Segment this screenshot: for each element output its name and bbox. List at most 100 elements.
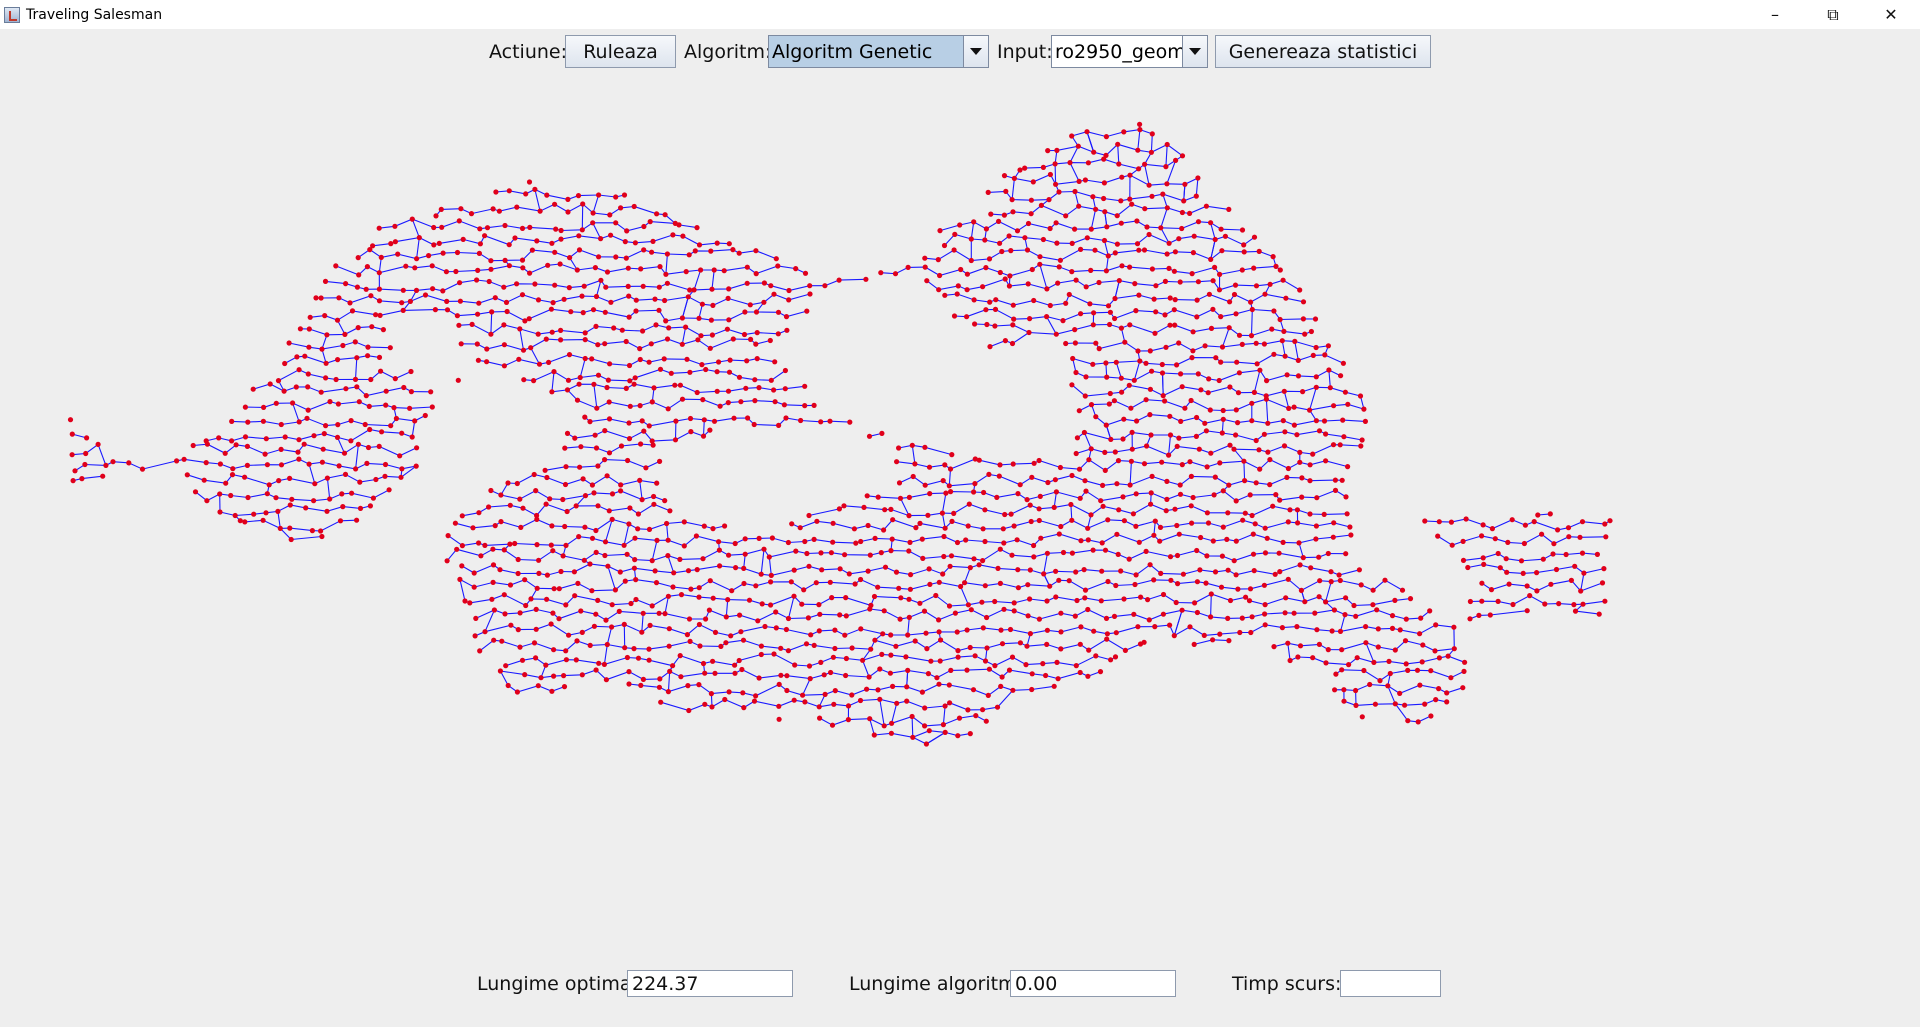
city-point (1157, 524, 1164, 530)
city-point (619, 327, 625, 333)
tour-edge (941, 493, 947, 514)
city-point (699, 301, 706, 307)
algorithm-select-value: Algoritm Genetic (769, 36, 963, 67)
city-point (577, 374, 583, 381)
city-point (1177, 491, 1184, 497)
minimize-icon[interactable]: – (1746, 0, 1804, 29)
city-point (1118, 325, 1124, 331)
city-point (663, 318, 669, 324)
city-point (1168, 577, 1174, 583)
city-point (699, 362, 705, 368)
city-point (1162, 398, 1168, 404)
generate-stats-button[interactable]: Genereaza statistici (1215, 35, 1431, 68)
city-point (547, 496, 553, 502)
city-point (336, 463, 342, 469)
city-point (484, 225, 491, 231)
city-point (604, 641, 610, 648)
city-point (552, 282, 558, 288)
city-point (819, 567, 825, 573)
city-point (641, 428, 647, 434)
city-point (278, 446, 284, 452)
city-point (649, 399, 655, 405)
city-point (522, 577, 528, 583)
city-point (590, 307, 597, 313)
city-point (1025, 582, 1031, 588)
city-point (482, 233, 488, 239)
city-point (1179, 384, 1185, 390)
city-point (1006, 667, 1013, 673)
optimal-length-field[interactable] (627, 970, 793, 997)
city-point (817, 715, 823, 721)
city-point (882, 507, 888, 513)
city-point (1227, 597, 1234, 604)
city-point (1133, 308, 1139, 314)
tour-edge (802, 678, 811, 696)
city-point (626, 521, 632, 527)
city-point (992, 598, 998, 605)
city-point (1204, 510, 1210, 516)
city-point (1599, 580, 1606, 586)
city-point (1307, 462, 1313, 468)
elapsed-time-field[interactable] (1340, 970, 1441, 997)
city-point (1331, 403, 1337, 409)
tour-edge (725, 599, 729, 617)
city-point (603, 617, 609, 623)
city-point (696, 242, 703, 248)
elapsed-time-label: Timp scurs: (1232, 973, 1342, 995)
city-point (1040, 164, 1046, 170)
close-icon[interactable]: ✕ (1862, 0, 1920, 29)
city-point (999, 248, 1005, 255)
tour-edge (896, 458, 1348, 472)
city-point (519, 257, 526, 263)
city-point (416, 235, 422, 241)
city-point (936, 287, 942, 293)
city-point (946, 603, 953, 609)
city-point (499, 638, 505, 644)
city-point (971, 297, 977, 303)
chevron-down-icon[interactable] (1182, 36, 1207, 67)
city-point (828, 550, 835, 556)
city-point (965, 602, 972, 608)
city-point (1265, 420, 1271, 426)
city-point (1243, 594, 1249, 600)
city-point (1090, 194, 1096, 200)
city-point (622, 645, 628, 651)
city-point (865, 568, 871, 574)
city-point (492, 295, 498, 301)
city-point (1203, 580, 1209, 586)
city-point (1120, 436, 1126, 442)
input-select[interactable]: ro2950_geom (1051, 35, 1208, 68)
city-point (1001, 173, 1008, 179)
city-point (1112, 449, 1118, 455)
city-point (1231, 446, 1237, 452)
city-point (1310, 352, 1316, 358)
city-point (504, 308, 510, 315)
algorithm-length-field[interactable] (1010, 970, 1176, 997)
city-point (841, 503, 847, 509)
city-point (1594, 551, 1600, 557)
city-point (1121, 596, 1127, 602)
city-point (616, 608, 622, 615)
restore-icon[interactable]: ⧉ (1804, 0, 1862, 29)
city-point (369, 324, 375, 330)
city-point (853, 540, 859, 546)
city-point (657, 264, 663, 270)
city-point (596, 192, 602, 198)
city-point (1129, 201, 1135, 207)
city-point (408, 389, 414, 395)
city-point (1146, 617, 1152, 623)
tour-edge (355, 444, 359, 469)
city-point (1322, 352, 1328, 358)
city-point (1047, 171, 1053, 178)
city-point (1461, 668, 1467, 675)
city-point (519, 292, 526, 298)
tour-edge (187, 473, 402, 486)
city-point (1254, 361, 1260, 367)
run-button[interactable]: Ruleaza (565, 35, 676, 68)
algorithm-select[interactable]: Algoritm Genetic (768, 35, 989, 68)
city-point (881, 608, 887, 614)
city-point (997, 580, 1004, 586)
chevron-down-icon[interactable] (963, 36, 988, 67)
city-point (1351, 602, 1357, 609)
city-point (994, 704, 1001, 710)
